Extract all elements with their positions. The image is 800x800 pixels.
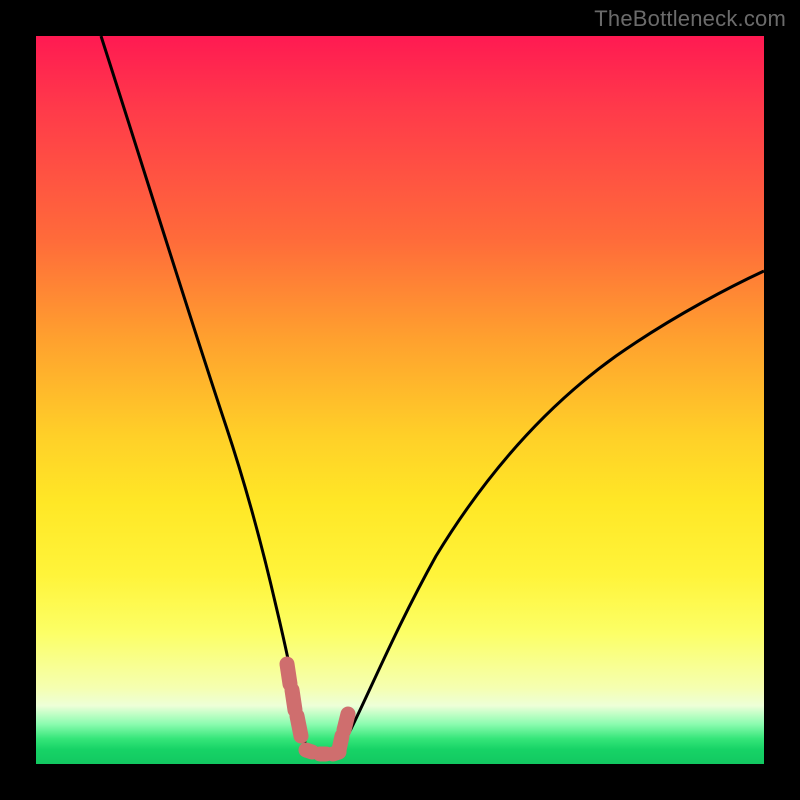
valley-markers <box>287 664 348 754</box>
left-curve <box>101 36 306 748</box>
chart-frame: TheBottleneck.com <box>0 0 800 800</box>
curve-layer <box>36 36 764 764</box>
right-curve <box>336 271 764 756</box>
plot-area <box>36 36 764 764</box>
watermark-text: TheBottleneck.com <box>594 6 786 32</box>
